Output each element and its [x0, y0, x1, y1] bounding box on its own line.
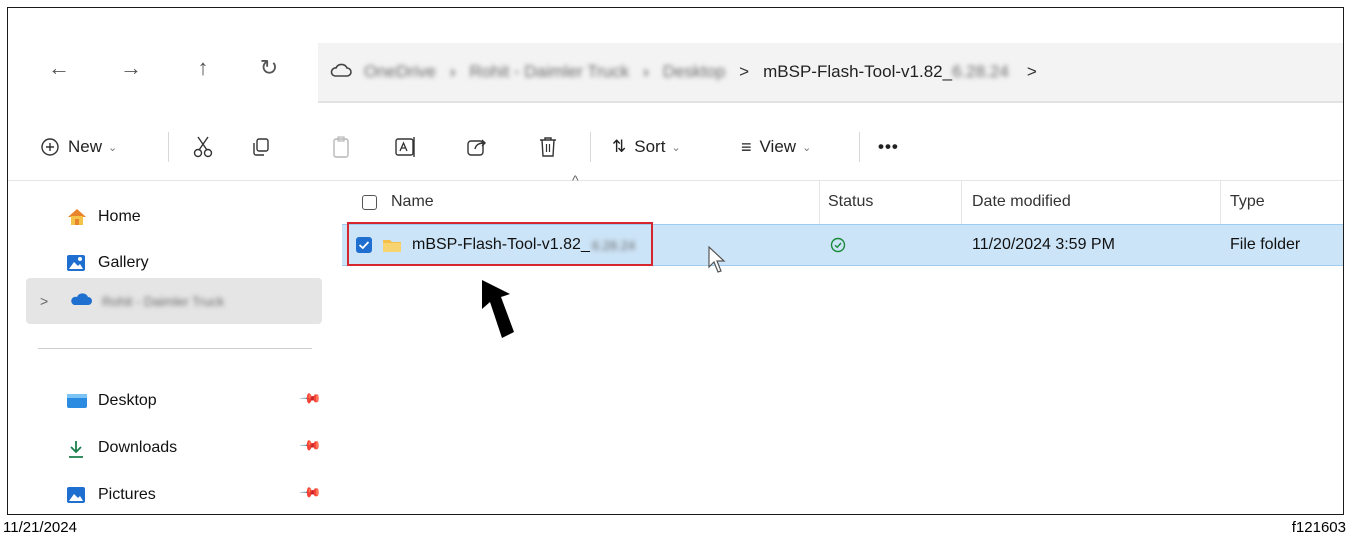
- pin-icon[interactable]: 📌: [299, 433, 323, 457]
- mouse-pointer-icon: [708, 245, 728, 279]
- share-button[interactable]: [466, 130, 488, 164]
- rename-button[interactable]: [394, 130, 418, 164]
- forward-icon[interactable]: →: [116, 53, 146, 83]
- sidebar-item-onedrive[interactable]: Rohit - Daimler Truck: [70, 286, 224, 316]
- sidebar-item-label: Gallery: [98, 254, 149, 271]
- view-lines-icon: ≡: [741, 136, 752, 157]
- breadcrumb-account[interactable]: Rohit - Daimler Truck: [469, 62, 629, 82]
- sidebar-item-label: Desktop: [98, 392, 157, 409]
- chevron-down-icon: ⌄: [671, 141, 681, 154]
- sort-icon: ⇅: [612, 137, 627, 156]
- highlight-box: [347, 222, 653, 266]
- chevron-right-icon: >: [739, 62, 750, 81]
- sort-caret-icon: ^: [572, 172, 579, 188]
- column-divider[interactable]: [819, 180, 820, 224]
- file-type: File folder: [1230, 236, 1301, 253]
- new-button[interactable]: New ⌄: [40, 130, 117, 164]
- file-date-modified: 11/20/2024 3:59 PM: [972, 236, 1115, 253]
- column-label-name: Name: [391, 193, 434, 210]
- column-header-status[interactable]: Status: [828, 180, 873, 224]
- column-divider[interactable]: [1220, 180, 1221, 224]
- sort-button[interactable]: ⇅ Sort ⌄: [612, 130, 681, 164]
- new-label: New: [68, 137, 103, 156]
- footer-date: 11/21/2024: [3, 519, 77, 536]
- sidebar-item-label: Home: [98, 208, 141, 225]
- toolbar-divider: [859, 132, 860, 162]
- callout-arrow-icon: [470, 278, 526, 347]
- chevron-right-icon[interactable]: >: [1027, 62, 1037, 82]
- expand-chevron-icon[interactable]: >: [40, 286, 48, 316]
- view-button[interactable]: ≡ View ⌄: [741, 130, 811, 164]
- view-label: View: [759, 137, 797, 156]
- breadcrumb-onedrive[interactable]: OneDrive: [364, 62, 436, 82]
- breadcrumb-folder-suffix: 6.28.24: [952, 62, 1009, 81]
- chevron-down-icon: ⌄: [802, 141, 812, 154]
- desktop-icon: [66, 392, 88, 410]
- share-icon: [466, 136, 488, 158]
- chevron-right-icon: ›: [643, 62, 649, 81]
- sidebar-item-pictures[interactable]: Pictures: [66, 480, 156, 510]
- copy-button[interactable]: [250, 130, 272, 164]
- breadcrumb-folder-name: mBSP-Flash-Tool-v1.82_: [763, 62, 953, 81]
- sort-label: Sort: [634, 137, 666, 156]
- copy-icon: [250, 136, 272, 158]
- sidebar-item-label: Downloads: [98, 439, 178, 456]
- sidebar-item-label: Pictures: [98, 486, 156, 503]
- breadcrumb-desktop[interactable]: Desktop: [663, 62, 725, 82]
- cloud-icon: [70, 292, 92, 310]
- pin-icon[interactable]: 📌: [299, 480, 323, 504]
- navigation-bar: ← → ↑ ↻ OneDrive › Rohit - Daimler Truck…: [8, 8, 1343, 116]
- figure-id: f121603: [1291, 519, 1346, 536]
- file-explorer-window: ← → ↑ ↻ OneDrive › Rohit - Daimler Truck…: [7, 7, 1344, 515]
- breadcrumb-current-folder[interactable]: mBSP-Flash-Tool-v1.82_6.28.24: [763, 62, 1009, 82]
- sidebar-divider: [38, 348, 312, 349]
- column-header-type[interactable]: Type: [1230, 180, 1265, 224]
- gallery-icon: [66, 254, 88, 272]
- toolbar-divider: [590, 132, 591, 162]
- sidebar-item-downloads[interactable]: Downloads: [66, 433, 177, 463]
- select-all-checkbox[interactable]: [362, 194, 377, 210]
- pin-icon[interactable]: 📌: [299, 386, 323, 410]
- plus-circle-icon: [40, 137, 60, 157]
- navigation-pane: Home Gallery > Rohit - Daimler Truck Des…: [8, 180, 328, 514]
- download-icon: [66, 439, 88, 458]
- toolbar-divider: [168, 132, 169, 162]
- pictures-icon: [66, 486, 88, 504]
- paste-button[interactable]: [331, 130, 351, 164]
- chevron-right-icon: ›: [449, 62, 456, 81]
- sidebar-item-label: Rohit - Daimler Truck: [102, 293, 225, 309]
- delete-button[interactable]: [538, 130, 558, 164]
- command-bar: New ⌄ ⇅ Sort ⌄ ≡ View ⌄ •••: [8, 116, 1343, 181]
- home-icon: [66, 208, 88, 226]
- address-bar[interactable]: OneDrive › Rohit - Daimler Truck › Deskt…: [318, 43, 1343, 103]
- trash-icon: [538, 136, 558, 158]
- sync-status-icon: [830, 225, 846, 265]
- column-header-date-modified[interactable]: Date modified: [972, 180, 1071, 224]
- sidebar-item-gallery[interactable]: Gallery: [66, 248, 149, 278]
- scissors-icon: [192, 135, 214, 159]
- column-divider[interactable]: [961, 180, 962, 224]
- column-header-name[interactable]: Name: [362, 180, 434, 224]
- more-options-button[interactable]: •••: [878, 130, 899, 164]
- sidebar-item-desktop[interactable]: Desktop: [66, 386, 157, 416]
- clipboard-icon: [331, 135, 351, 159]
- refresh-icon[interactable]: ↻: [254, 53, 284, 83]
- sidebar-item-home[interactable]: Home: [66, 202, 141, 232]
- cut-button[interactable]: [192, 130, 214, 164]
- cloud-icon: [330, 62, 352, 83]
- rename-icon: [394, 135, 418, 159]
- up-icon[interactable]: ↑: [188, 53, 218, 83]
- back-icon[interactable]: ←: [44, 53, 74, 83]
- chevron-down-icon: ⌄: [108, 141, 118, 154]
